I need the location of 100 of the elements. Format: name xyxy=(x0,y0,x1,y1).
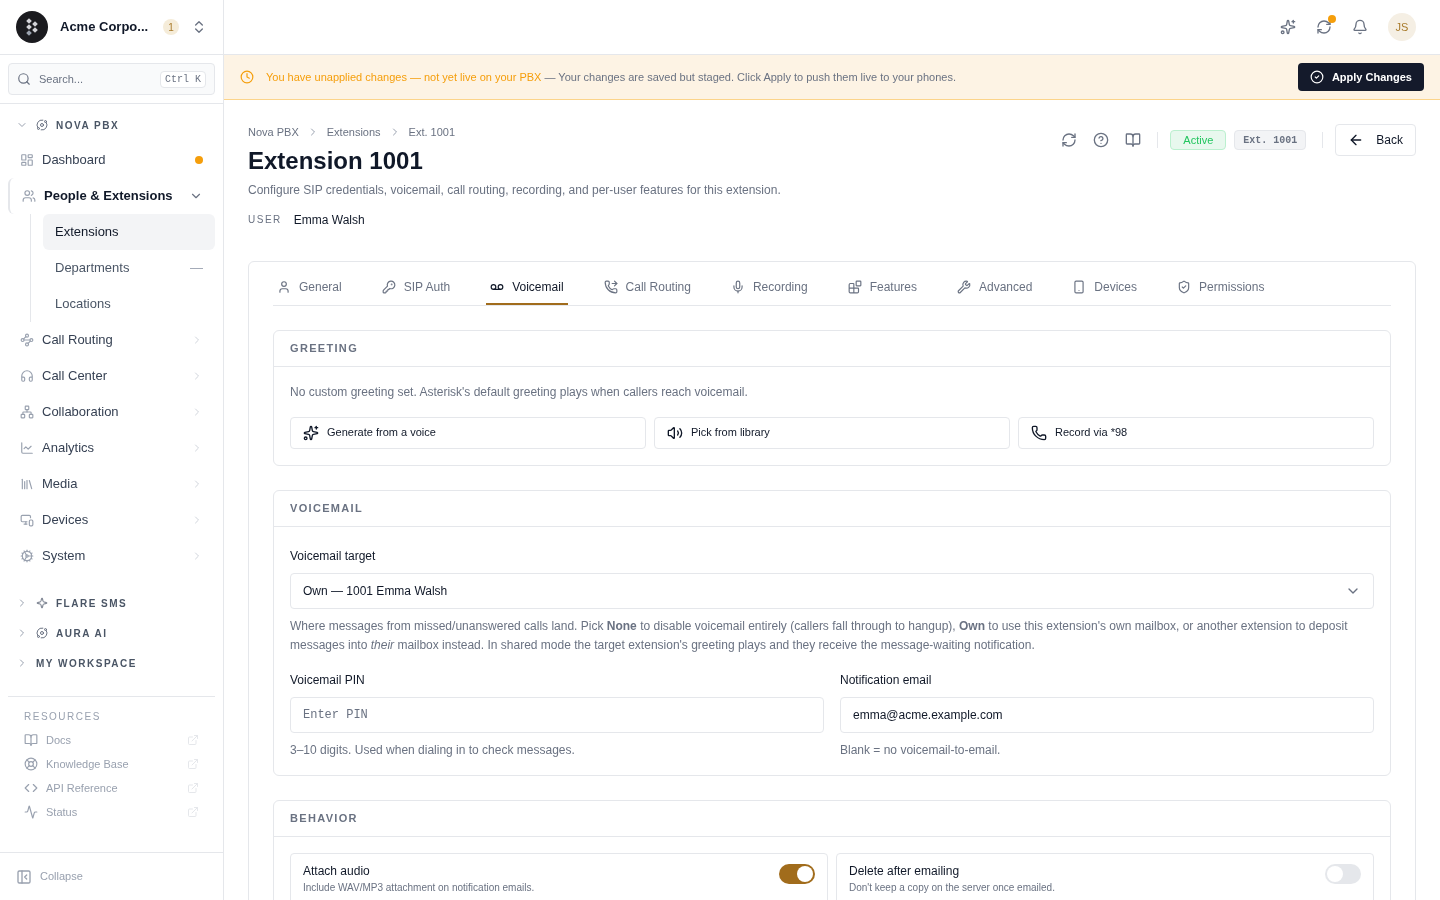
key-icon xyxy=(381,280,396,294)
search-placeholder: Search... xyxy=(39,71,85,87)
field-label: Notification email xyxy=(840,671,933,689)
external-link-icon xyxy=(187,806,199,818)
lifebuoy-icon xyxy=(24,757,38,771)
breadcrumb[interactable]: Nova PBX xyxy=(248,124,299,141)
tab[interactable]: Permissions xyxy=(1173,271,1269,305)
greeting-option-button[interactable]: Pick from library xyxy=(654,416,1010,449)
devices-icon xyxy=(20,513,34,527)
nav-item[interactable]: Collaboration xyxy=(8,394,215,430)
phone-icon xyxy=(1031,424,1047,441)
section-title: NOVA PBX xyxy=(56,118,120,133)
nav-item[interactable]: Dashboard xyxy=(8,142,215,178)
tab[interactable]: Devices xyxy=(1068,271,1142,305)
search-field[interactable]: Search... Ctrl K xyxy=(8,63,215,95)
section-title: FLARE SMS xyxy=(56,596,128,611)
headphones-icon xyxy=(20,369,34,383)
nav-label: Call Center xyxy=(42,367,109,386)
section-heading: GREETING xyxy=(290,340,358,356)
greeting-option-button[interactable]: Generate from a voice xyxy=(290,416,646,449)
tab[interactable]: Advanced xyxy=(953,271,1037,305)
nav-label: Dashboard xyxy=(42,151,107,170)
section-icon xyxy=(36,597,48,609)
nav-item[interactable]: Media xyxy=(8,466,215,502)
network-icon xyxy=(20,405,34,419)
check-circle-icon xyxy=(1309,70,1324,84)
sparkles-icon[interactable] xyxy=(1280,19,1296,35)
cog-icon xyxy=(20,549,34,563)
book-icon xyxy=(24,733,38,747)
page-title: Extension 1001 xyxy=(248,145,424,176)
nav-label: System xyxy=(42,547,87,566)
logo-icon xyxy=(16,11,48,43)
toggle-switch[interactable] xyxy=(1325,863,1361,884)
sync-icon[interactable] xyxy=(1316,19,1332,35)
dashboard-icon xyxy=(20,153,34,167)
external-link-icon xyxy=(187,734,199,746)
voicemail-target-select[interactable]: Own — 1001 Emma Walsh xyxy=(290,572,1374,609)
email-field[interactable]: emma@acme.example.com xyxy=(840,696,1374,733)
org-name[interactable]: Acme Corpo... xyxy=(60,17,149,37)
nav-label: People & Extensions xyxy=(44,187,174,206)
tab[interactable]: Recording xyxy=(726,271,812,305)
section-header[interactable]: AURA AI xyxy=(8,620,215,646)
section-header[interactable]: MY WORKSPACE xyxy=(8,650,215,676)
section-icon xyxy=(36,627,48,639)
pin-field[interactable]: Enter PIN xyxy=(290,696,824,733)
phone-icon xyxy=(1072,280,1087,294)
section-header[interactable]: NOVA PBX xyxy=(8,112,215,138)
shortcut-hint: Ctrl K xyxy=(160,70,206,88)
breadcrumb: Ext. 1001 xyxy=(408,125,456,140)
tab[interactable]: Features xyxy=(843,271,921,305)
sparkles-icon xyxy=(303,424,319,441)
bell-icon[interactable] xyxy=(1352,19,1368,35)
sub-nav-item[interactable]: Extensions xyxy=(43,214,215,250)
org-count: 1 xyxy=(163,19,179,35)
sub-nav-item[interactable]: Locations xyxy=(43,286,215,322)
code-icon xyxy=(24,781,38,795)
greeting-option-button[interactable]: Record via *98 xyxy=(1018,416,1374,449)
search-icon xyxy=(17,72,31,86)
tab[interactable]: SIP Auth xyxy=(377,271,455,305)
section-title: MY WORKSPACE xyxy=(36,656,137,671)
tab[interactable]: Call Routing xyxy=(599,271,695,305)
breadcrumb[interactable]: Extensions xyxy=(326,124,381,141)
nav-label: Collaboration xyxy=(42,403,120,422)
section-heading: VOICEMAIL xyxy=(290,500,363,516)
field-hint: Blank = no voicemail-to-email. xyxy=(840,741,1002,759)
field-label: Voicemail target xyxy=(290,547,377,565)
toggle-switch[interactable] xyxy=(779,863,815,884)
refresh-icon[interactable] xyxy=(1061,132,1078,148)
library-icon xyxy=(20,477,34,491)
apply-changes-button[interactable]: Apply Changes xyxy=(1297,63,1424,91)
route-icon xyxy=(20,333,34,347)
tab[interactable]: General xyxy=(273,271,346,305)
nav-label: Call Routing xyxy=(42,331,114,350)
help-icon[interactable] xyxy=(1093,132,1110,148)
extension-badge: Ext. 1001 xyxy=(1234,130,1307,150)
nav-item[interactable]: System xyxy=(8,538,215,574)
tab[interactable]: Voicemail xyxy=(486,271,568,305)
toggle-description: Don't keep a copy on the server once emailed. xyxy=(849,880,1056,895)
mic-icon xyxy=(730,280,745,294)
user-avatar[interactable]: JS xyxy=(1388,13,1416,41)
nav-item[interactable]: Call Routing xyxy=(8,322,215,358)
section-header[interactable]: FLARE SMS xyxy=(8,590,215,616)
shield-icon xyxy=(1177,280,1192,294)
toggle-description: Include WAV/MP3 attachment on notification emails. xyxy=(303,880,536,895)
toggle-label: Attach audio xyxy=(303,862,371,880)
greeting-status: No custom greeting set. Asterisk's default greeting plays when callers reach voicemail. xyxy=(290,383,749,401)
pulse-icon xyxy=(24,805,38,819)
nav-label: Devices xyxy=(42,511,90,530)
external-link-icon xyxy=(187,758,199,770)
nav-item[interactable]: Call Center xyxy=(8,358,215,394)
speaker-icon xyxy=(667,424,683,441)
nav-label: Media xyxy=(42,475,79,494)
section-icon xyxy=(36,119,48,131)
nav-item[interactable]: Analytics xyxy=(8,430,215,466)
sub-nav-item[interactable]: Departments — xyxy=(43,250,215,286)
back-button[interactable]: Back xyxy=(1335,124,1416,156)
nav-item[interactable]: Devices xyxy=(8,502,215,538)
line-chart-icon xyxy=(20,441,34,455)
section-title: AURA AI xyxy=(56,626,108,641)
book-icon[interactable] xyxy=(1125,132,1142,148)
